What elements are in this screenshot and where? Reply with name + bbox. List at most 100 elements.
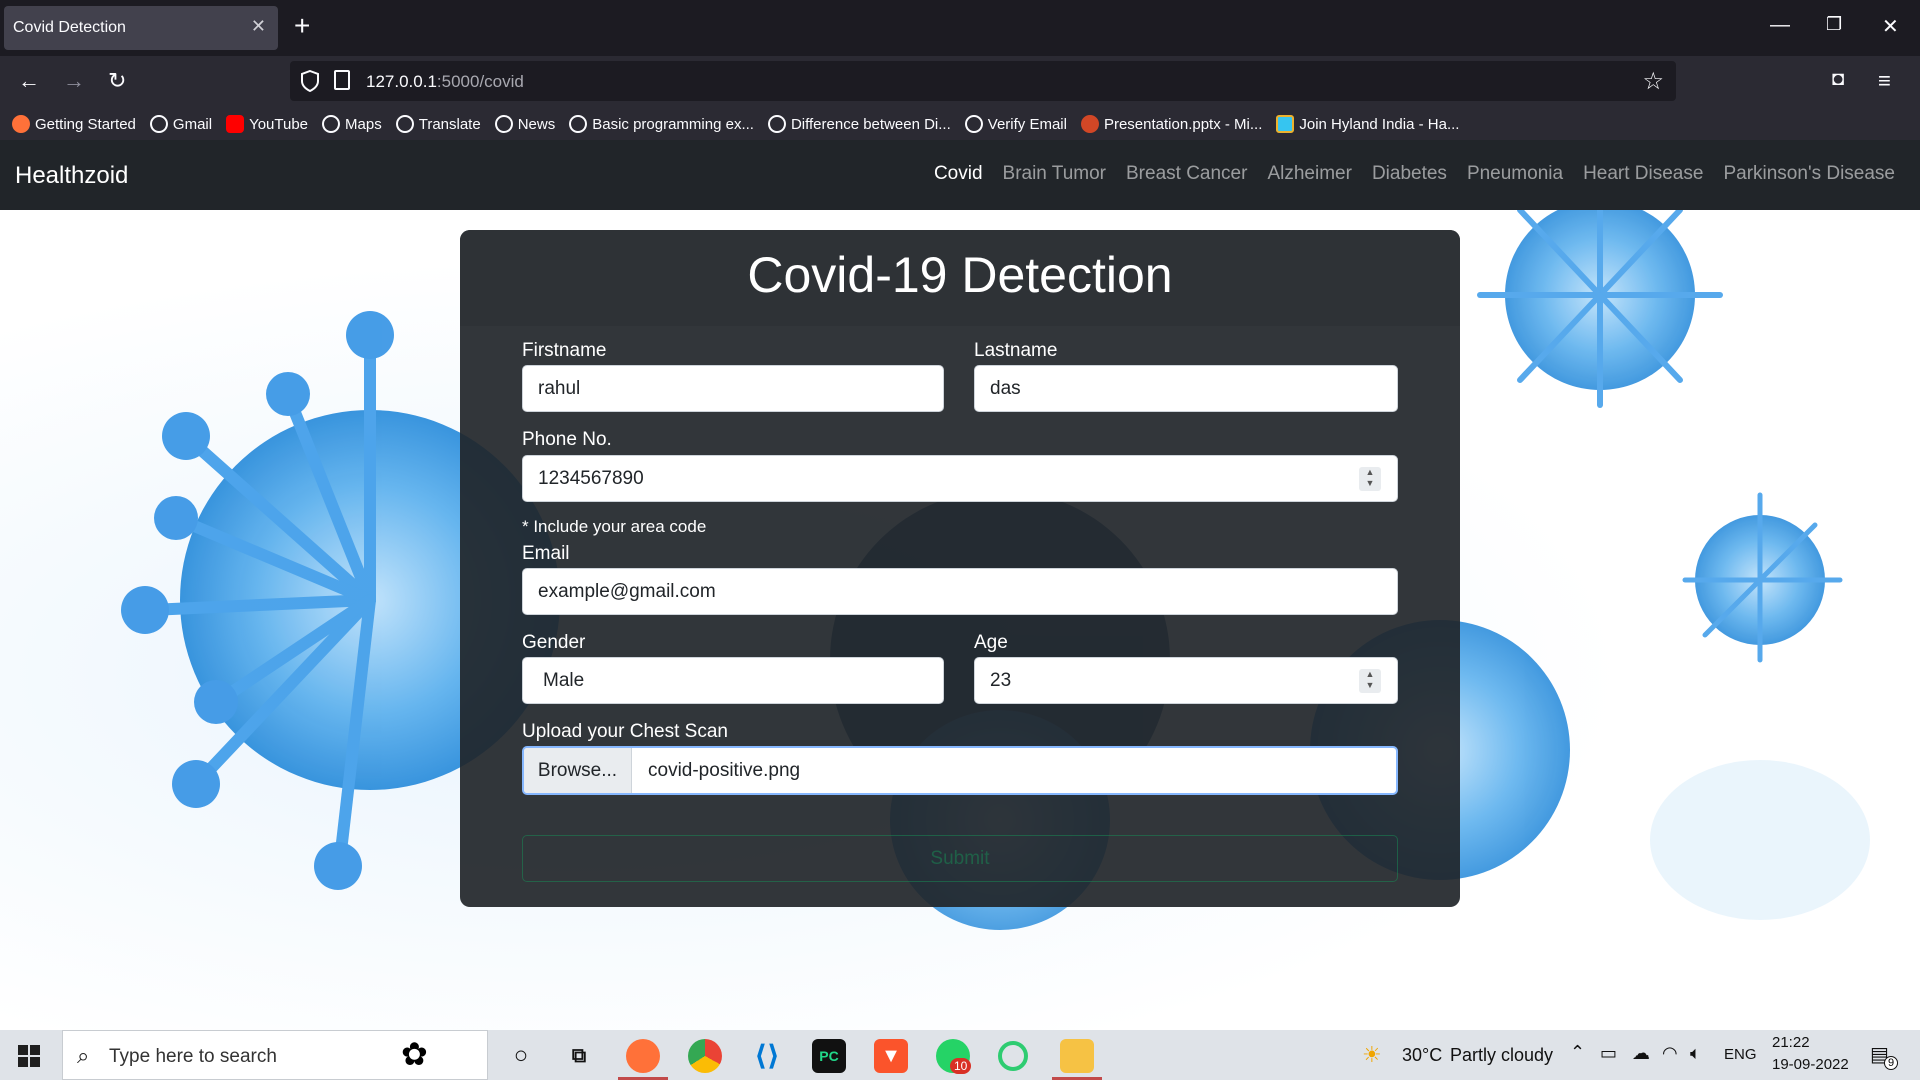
firefox-taskbar-icon[interactable] [626, 1039, 660, 1073]
age-stepper-icon[interactable]: ▲ ▼ [1359, 669, 1381, 693]
age-input[interactable]: 23 ▲ ▼ [974, 657, 1398, 704]
gender-select[interactable]: Male [522, 657, 944, 704]
vscode-icon[interactable]: ⟨⟩ [750, 1039, 784, 1073]
close-window-icon[interactable]: ✕ [1882, 14, 1899, 39]
age-label: Age [974, 632, 1008, 653]
firstname-label: Firstname [522, 340, 607, 361]
search-placeholder: Type here to search [109, 1046, 277, 1067]
nav-link-diabetes[interactable]: Diabetes [1372, 163, 1447, 185]
bookmark-label: Difference between Di... [790, 115, 951, 133]
nav-link-heart-disease[interactable]: Heart Disease [1583, 163, 1703, 185]
phone-stepper-icon[interactable]: ▲ ▼ [1359, 467, 1381, 491]
cortana-icon[interactable]: ○ [504, 1039, 538, 1073]
globe-icon [494, 115, 513, 133]
bookmark-verify-email[interactable]: Verify Email [964, 115, 1067, 133]
restore-icon[interactable]: ❐ [1826, 14, 1842, 35]
bookmark-getting-started[interactable]: Getting Started [12, 115, 136, 133]
flower-icon: ✿ [401, 1036, 428, 1072]
weather-icon[interactable]: ☀ [1362, 1042, 1382, 1080]
nav-link-pneumonia[interactable]: Pneumonia [1467, 163, 1563, 185]
nav-link-covid[interactable]: Covid [934, 163, 983, 185]
file-explorer-icon[interactable] [1060, 1039, 1094, 1073]
firefox-icon [12, 115, 30, 133]
globe-icon [322, 115, 341, 133]
language-indicator[interactable]: ENG [1724, 1046, 1757, 1080]
search-icon: ⌕ [77, 1043, 90, 1068]
pycharm-icon[interactable]: PC [812, 1039, 846, 1073]
chest-scan-file-input[interactable]: Browse... covid-positive.png [522, 746, 1398, 795]
green-ring-app-icon[interactable] [998, 1041, 1028, 1071]
windows-start-icon[interactable] [18, 1045, 40, 1067]
back-icon[interactable]: ← [18, 68, 40, 94]
whatsapp-badge: 10 [950, 1058, 972, 1074]
virus-top-right [1477, 177, 1723, 408]
address-bar[interactable]: 127.0.0.1:5000/covid ☆ [290, 61, 1676, 101]
windows-taskbar: ⌕ Type here to search ✿ ○ ⧉ ⟨⟩ PC ▼ 10 ☀… [0, 1030, 1920, 1080]
email-input[interactable]: example@gmail.com [522, 568, 1398, 615]
taskbar-search-box[interactable]: ⌕ Type here to search ✿ [62, 1030, 488, 1080]
site-brand[interactable]: Healthzoid [15, 162, 128, 190]
pocket-icon[interactable]: ◘ [1832, 68, 1844, 91]
bookmark-basic-programming[interactable]: Basic programming ex... [569, 115, 754, 133]
task-view-icon[interactable]: ⧉ [562, 1039, 596, 1073]
chevron-up-icon[interactable]: ⌃ [1570, 1042, 1585, 1080]
phone-hint: * Include your area code [522, 517, 707, 536]
tab-close-icon[interactable]: ✕ [251, 16, 266, 37]
brave-icon[interactable]: ▼ [874, 1039, 908, 1073]
browser-toolbar: ← → ↻ 127.0.0.1:5000/covid ☆ ◘ ≡ [0, 56, 1920, 108]
menu-icon[interactable]: ≡ [1878, 68, 1891, 94]
wifi-icon[interactable]: ◠ [1662, 1043, 1678, 1080]
new-tab-icon[interactable]: + [294, 10, 310, 42]
bookmark-gmail[interactable]: Gmail [149, 115, 213, 133]
shield-icon[interactable] [300, 70, 320, 92]
reload-icon[interactable]: ↻ [108, 68, 126, 94]
nav-link-parkinsons[interactable]: Parkinson's Disease [1723, 163, 1895, 185]
volume-icon[interactable]: 🔈︎ [1690, 1043, 1701, 1080]
age-value: 23 [990, 670, 1012, 691]
bookmarks-bar: Getting Started Gmail YouTube Maps Trans… [0, 108, 1920, 140]
site-nav-links: Covid Brain Tumor Breast Cancer Alzheime… [934, 163, 1895, 185]
bookmark-label: Join Hyland India - Ha... [1299, 115, 1460, 133]
bookmark-maps[interactable]: Maps [322, 115, 382, 133]
bookmark-hyland[interactable]: Join Hyland India - Ha... [1276, 115, 1459, 133]
bookmark-news[interactable]: News [494, 115, 555, 133]
globe-icon [395, 115, 414, 133]
minimize-icon[interactable]: — [1770, 14, 1790, 37]
youtube-icon [226, 115, 245, 133]
firstname-input[interactable]: rahul [522, 365, 944, 412]
email-label: Email [522, 543, 570, 564]
card-header: Covid-19 Detection [460, 230, 1460, 326]
site-navbar: Healthzoid Covid Brain Tumor Breast Canc… [0, 140, 1920, 210]
bookmark-translate[interactable]: Translate [395, 115, 481, 133]
bookmark-difference-between[interactable]: Difference between Di... [767, 115, 951, 133]
browser-tab[interactable]: Covid Detection ✕ [4, 6, 278, 50]
network-icon[interactable]: ☁ [1632, 1043, 1650, 1080]
page-content: Healthzoid Covid Brain Tumor Breast Canc… [0, 140, 1920, 1030]
weather-temp[interactable]: 30°C [1402, 1045, 1442, 1080]
notification-count: 9 [1884, 1056, 1899, 1070]
upload-label: Upload your Chest Scan [522, 721, 728, 742]
bookmark-label: Gmail [172, 115, 213, 133]
phone-label: Phone No. [522, 429, 612, 450]
phone-value: 1234567890 [538, 468, 644, 489]
battery-icon[interactable]: ▭ [1600, 1043, 1617, 1080]
bookmark-youtube[interactable]: YouTube [226, 115, 308, 133]
page-icon[interactable] [334, 70, 350, 90]
forward-icon[interactable]: → [63, 68, 85, 94]
nav-link-alzheimer[interactable]: Alzheimer [1267, 163, 1351, 185]
url-path: :5000/covid [436, 72, 524, 91]
globe-icon [767, 115, 786, 133]
bookmark-presentation[interactable]: Presentation.pptx - Mi... [1080, 115, 1262, 133]
submit-button[interactable]: Submit [522, 835, 1398, 882]
weather-desc[interactable]: Partly cloudy [1450, 1045, 1553, 1080]
phone-input[interactable]: 1234567890 ▲ ▼ [522, 455, 1398, 502]
detection-form-card: Covid-19 Detection Firstname rahul Lastn… [460, 230, 1460, 907]
bookmark-star-icon[interactable]: ☆ [1642, 67, 1664, 96]
nav-link-brain-tumor[interactable]: Brain Tumor [1003, 163, 1106, 185]
lastname-input[interactable]: das [974, 365, 1398, 412]
browse-button[interactable]: Browse... [524, 748, 632, 793]
nav-link-breast-cancer[interactable]: Breast Cancer [1126, 163, 1247, 185]
bookmark-label: Verify Email [987, 115, 1067, 133]
chrome-icon[interactable] [688, 1039, 722, 1073]
clock-date[interactable]: 19-09-2022 [1772, 1056, 1849, 1080]
